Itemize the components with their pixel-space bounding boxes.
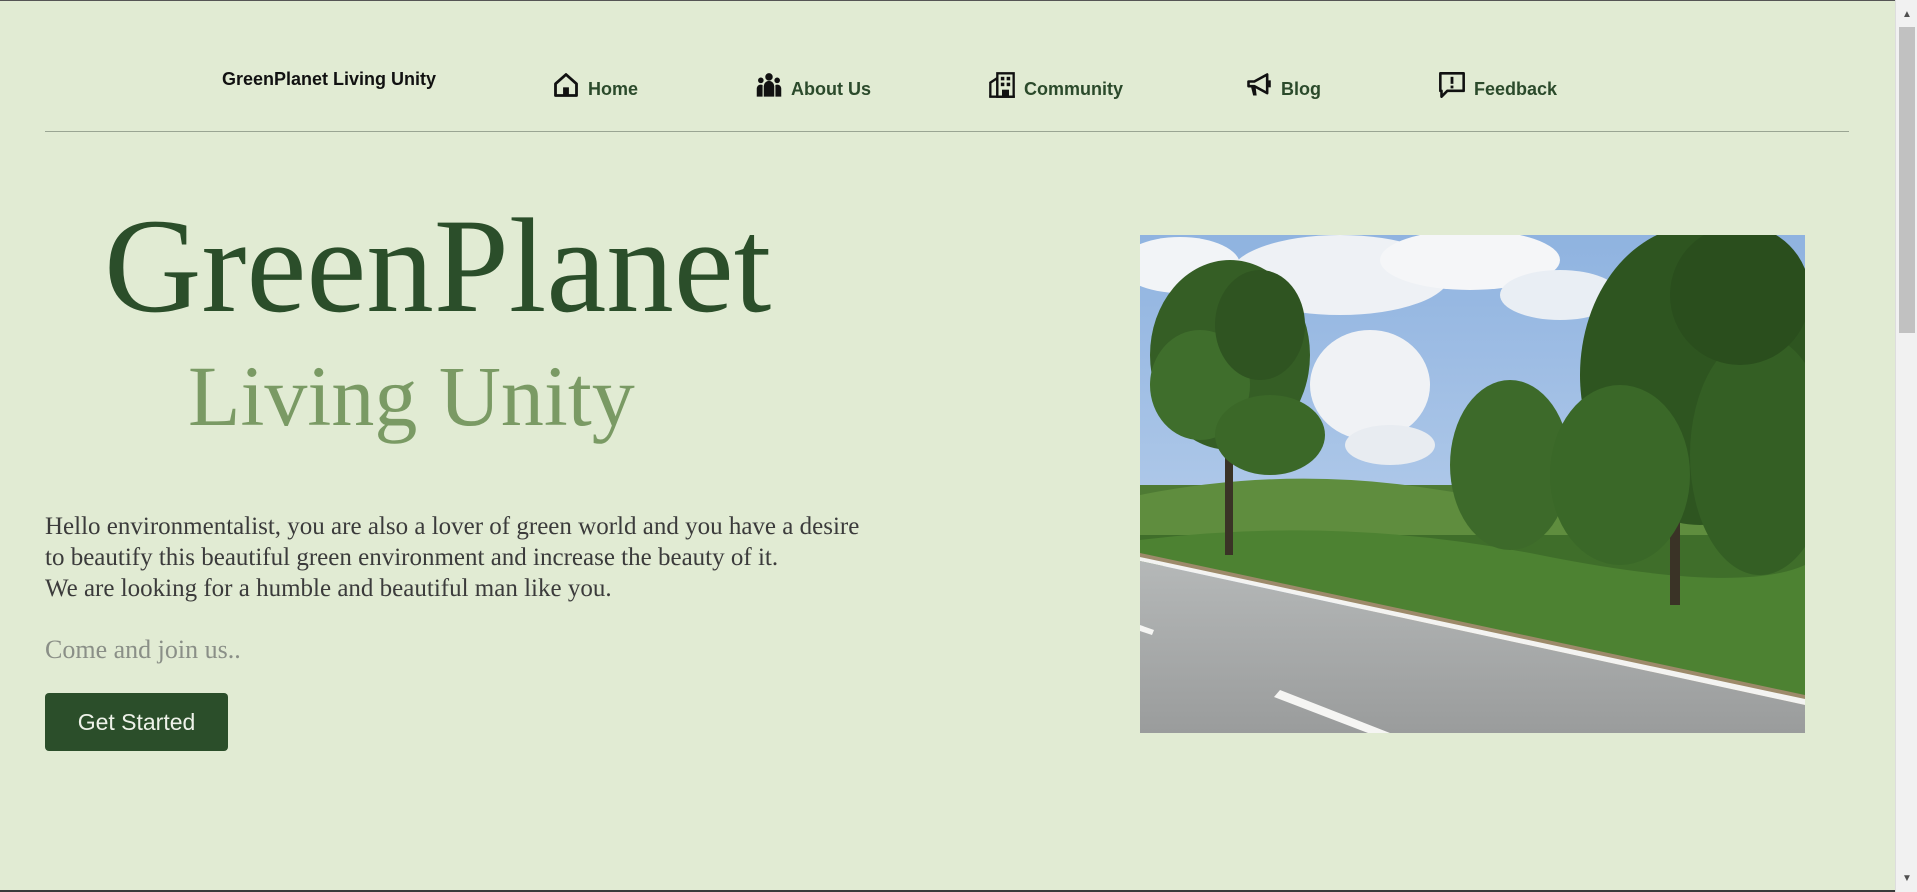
- intro-text: Hello environmentalist, you are also a l…: [45, 511, 945, 604]
- nav-item-blog[interactable]: Blog: [1245, 71, 1321, 99]
- hero-subtitle: Living Unity: [188, 348, 635, 444]
- top-navigation: GreenPlanet Living Unity Home About Us C…: [45, 1, 1849, 132]
- scroll-down-arrow-icon[interactable]: ▼: [1896, 868, 1917, 888]
- scroll-up-arrow-icon[interactable]: ▲: [1896, 4, 1917, 24]
- hero-title: GreenPlanet: [104, 192, 772, 341]
- scrollbar-thumb[interactable]: [1899, 27, 1915, 333]
- home-icon: [554, 73, 578, 97]
- vertical-scrollbar[interactable]: ▲ ▼: [1895, 0, 1917, 892]
- feedback-icon: [1439, 72, 1465, 98]
- buildings-icon: [989, 72, 1015, 98]
- landscape-photo: [1140, 235, 1805, 733]
- nav-label-community: Community: [1024, 79, 1123, 99]
- megaphone-icon: [1247, 73, 1271, 96]
- nav-label-home: Home: [588, 79, 639, 99]
- intro-line: We are looking for a humble and beautifu…: [45, 575, 612, 602]
- people-icon: [756, 73, 782, 97]
- nav-item-feedback[interactable]: Feedback: [1438, 71, 1557, 99]
- join-text: Come and join us..: [45, 635, 241, 664]
- page: GreenPlanet Living Unity Home About Us C…: [0, 0, 1895, 891]
- brand-name[interactable]: GreenPlanet Living Unity: [222, 69, 436, 90]
- get-started-button[interactable]: Get Started: [45, 693, 228, 751]
- nav-label-feedback: Feedback: [1474, 79, 1558, 99]
- nav-item-community[interactable]: Community: [988, 71, 1123, 99]
- nav-item-home[interactable]: Home: [552, 71, 638, 99]
- nav-label-blog: Blog: [1281, 79, 1321, 99]
- intro-line: to beautify this beautiful green environ…: [45, 544, 779, 571]
- hero-image: [1140, 235, 1805, 733]
- nav-item-about-us[interactable]: About Us: [755, 71, 871, 99]
- intro-line: Hello environmentalist, you are also a l…: [45, 513, 860, 540]
- nav-label-about-us: About Us: [791, 79, 871, 99]
